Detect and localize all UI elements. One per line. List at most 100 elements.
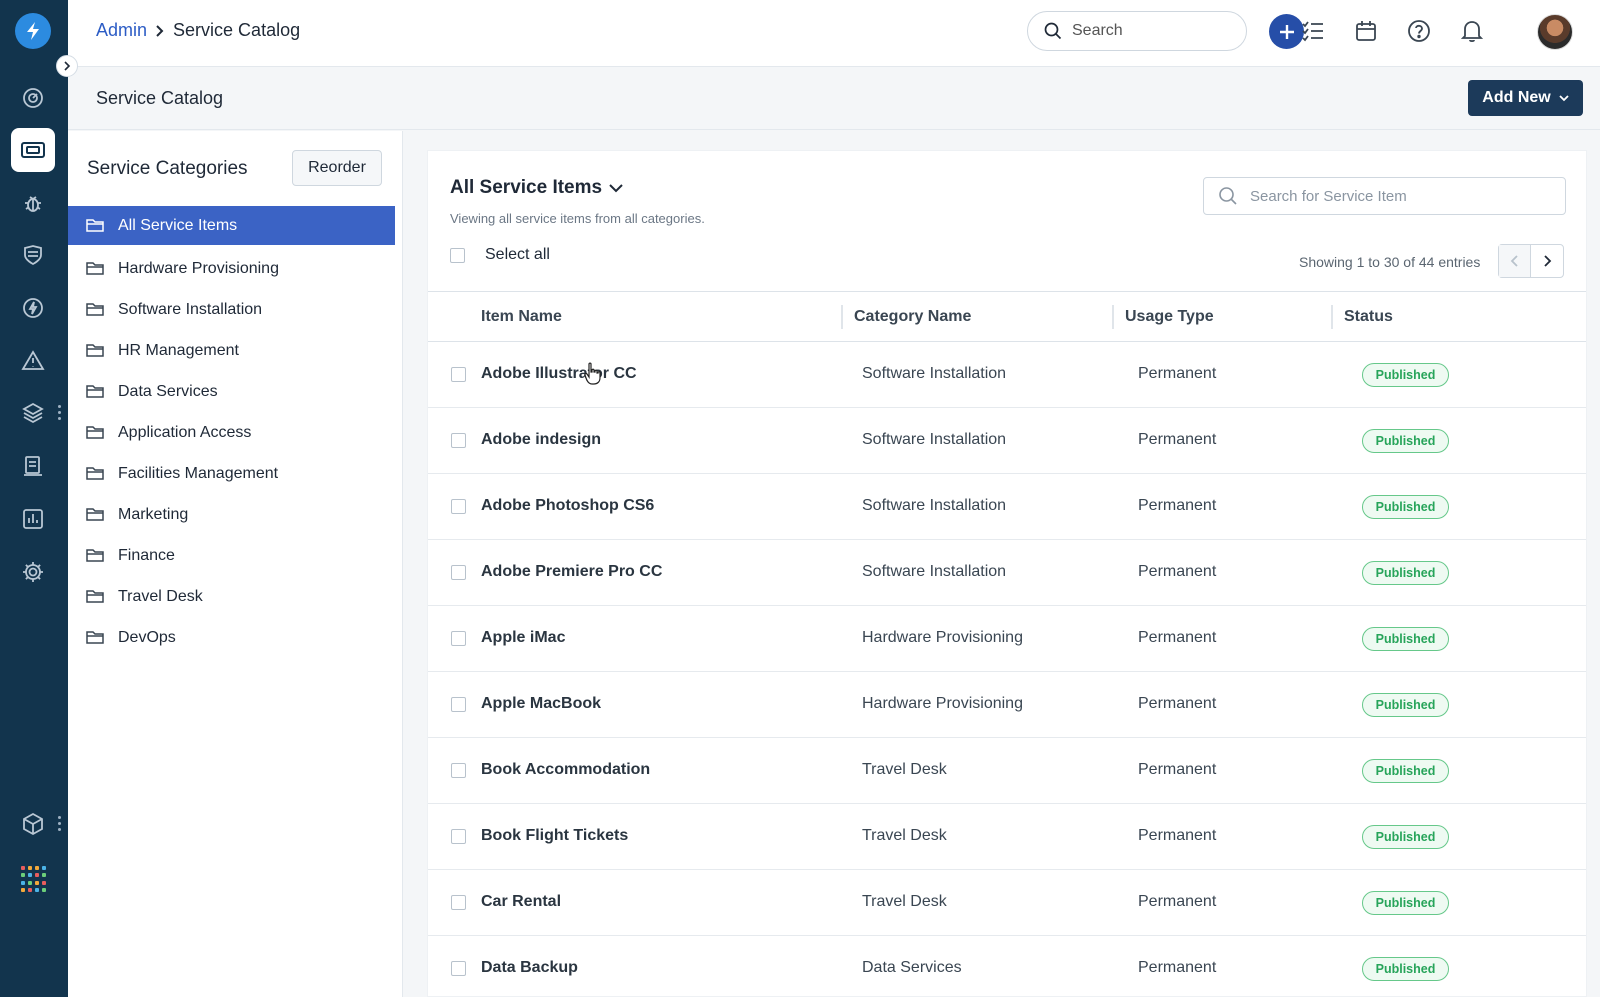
category-item[interactable]: Hardware Provisioning bbox=[68, 248, 403, 289]
search-icon bbox=[1219, 187, 1237, 205]
category-item[interactable]: Travel Desk bbox=[68, 576, 403, 617]
category-item[interactable]: Marketing bbox=[68, 494, 403, 535]
table-row[interactable]: Adobe indesign Software Installation Perma… bbox=[428, 408, 1586, 474]
apps-grid-icon[interactable] bbox=[21, 866, 47, 892]
folder-icon bbox=[86, 344, 104, 357]
folder-icon bbox=[86, 508, 104, 521]
item-name[interactable]: Book Accommodation bbox=[481, 761, 650, 779]
folder-icon bbox=[86, 219, 104, 232]
item-name[interactable]: Adobe Illustrator CC bbox=[481, 365, 637, 383]
item-name[interactable]: Car Rental bbox=[481, 893, 561, 911]
view-selector-dropdown[interactable]: All Service Items bbox=[450, 177, 624, 199]
help-icon[interactable] bbox=[1406, 18, 1432, 44]
item-name[interactable]: Book Flight Tickets bbox=[481, 827, 628, 845]
status-badge: Published bbox=[1362, 561, 1449, 585]
chevron-right-icon bbox=[156, 24, 164, 37]
bug-icon[interactable] bbox=[11, 181, 55, 225]
table-row[interactable]: Car Rental Travel Desk Permanent Published bbox=[428, 870, 1586, 936]
row-checkbox[interactable] bbox=[451, 631, 466, 646]
column-header-item-name[interactable]: Item Name bbox=[481, 308, 562, 326]
table-row[interactable]: Data Backup Data Services Permanent Publish… bbox=[428, 936, 1586, 997]
category-item[interactable]: All Service Items bbox=[68, 206, 395, 245]
table-row[interactable]: Adobe Photoshop CS6 Software Installation… bbox=[428, 474, 1586, 540]
prev-page-button[interactable] bbox=[1499, 245, 1532, 277]
row-checkbox[interactable] bbox=[451, 829, 466, 844]
bolt-icon[interactable] bbox=[11, 286, 55, 330]
row-checkbox[interactable] bbox=[451, 961, 466, 976]
more-icon[interactable] bbox=[58, 405, 62, 420]
bell-icon[interactable] bbox=[1459, 18, 1485, 44]
table-row[interactable]: Adobe Premiere Pro CC Software Installati… bbox=[428, 540, 1586, 606]
breadcrumb-admin-link[interactable]: Admin bbox=[96, 20, 147, 41]
table-row[interactable]: Book Accommodation Travel Desk Permanent Pu… bbox=[428, 738, 1586, 804]
folder-icon bbox=[86, 549, 104, 562]
dashboard-icon[interactable] bbox=[11, 76, 55, 120]
calendar-icon[interactable] bbox=[1353, 18, 1379, 44]
service-item-search-input[interactable]: Search for Service Item bbox=[1203, 177, 1566, 215]
shield-icon[interactable] bbox=[11, 233, 55, 277]
service-categories-panel: Service Categories Reorder All Service I… bbox=[68, 131, 403, 997]
column-header-usage-type[interactable]: Usage Type bbox=[1125, 308, 1214, 326]
folder-icon bbox=[86, 590, 104, 603]
category-label: Software Installation bbox=[118, 300, 263, 318]
category-item[interactable]: Data Services bbox=[68, 371, 403, 412]
item-name[interactable]: Adobe Premiere Pro CC bbox=[481, 563, 662, 581]
category-item[interactable]: DevOps bbox=[68, 617, 403, 658]
layers-icon[interactable] bbox=[11, 391, 55, 435]
more-icon[interactable] bbox=[58, 816, 62, 831]
chevron-right-icon bbox=[64, 61, 71, 71]
row-checkbox[interactable] bbox=[451, 895, 466, 910]
row-checkbox[interactable] bbox=[451, 565, 466, 580]
item-name[interactable]: Apple iMac bbox=[481, 629, 565, 647]
search-icon bbox=[1044, 22, 1062, 40]
row-checkbox[interactable] bbox=[451, 499, 466, 514]
avatar[interactable] bbox=[1537, 14, 1573, 50]
category-item[interactable]: Facilities Management bbox=[68, 453, 403, 494]
table-row[interactable]: Apple MacBook Hardware Provisioning Perman… bbox=[428, 672, 1586, 738]
box-icon[interactable] bbox=[11, 802, 55, 846]
item-name[interactable]: Apple MacBook bbox=[481, 695, 601, 713]
row-checkbox[interactable] bbox=[451, 433, 466, 448]
item-name[interactable]: Adobe Photoshop CS6 bbox=[481, 497, 654, 515]
todo-icon[interactable] bbox=[1300, 18, 1326, 44]
chevron-down-icon bbox=[609, 184, 623, 193]
tickets-icon[interactable] bbox=[11, 128, 55, 172]
service-categories-title: Service Categories bbox=[87, 158, 248, 179]
settings-icon[interactable] bbox=[11, 550, 55, 594]
category-item[interactable]: Application Access bbox=[68, 412, 403, 453]
select-all-checkbox[interactable] bbox=[450, 247, 465, 263]
create-new-button[interactable] bbox=[1269, 14, 1304, 49]
expand-nav-button[interactable] bbox=[56, 55, 78, 77]
add-new-button[interactable]: Add New bbox=[1468, 80, 1583, 116]
reorder-button[interactable]: Reorder bbox=[292, 150, 382, 186]
column-header-status[interactable]: Status bbox=[1344, 308, 1393, 326]
item-name[interactable]: Data Backup bbox=[481, 959, 578, 977]
view-subtitle: Viewing all service items from all categ… bbox=[450, 211, 705, 226]
category-label: Travel Desk bbox=[118, 587, 203, 605]
next-page-button[interactable] bbox=[1531, 245, 1563, 277]
table-row[interactable]: Apple iMac Hardware Provisioning Permanent… bbox=[428, 606, 1586, 672]
category-label: DevOps bbox=[118, 628, 176, 646]
document-icon[interactable] bbox=[11, 444, 55, 488]
row-checkbox[interactable] bbox=[451, 367, 466, 382]
item-name[interactable]: Adobe indesign bbox=[481, 431, 601, 449]
alert-icon[interactable] bbox=[11, 339, 55, 383]
usage-type: Permanent bbox=[1138, 431, 1217, 448]
category-item[interactable]: Software Installation bbox=[68, 289, 403, 330]
category-item[interactable]: Finance bbox=[68, 535, 403, 576]
logo-bolt-icon[interactable] bbox=[15, 13, 51, 49]
column-resizer[interactable] bbox=[1112, 305, 1114, 329]
column-resizer[interactable] bbox=[1331, 305, 1333, 329]
usage-type: Permanent bbox=[1138, 827, 1217, 844]
column-header-category-name[interactable]: Category Name bbox=[854, 308, 971, 326]
global-search-input[interactable]: Search bbox=[1027, 11, 1247, 51]
category-item[interactable]: HR Management bbox=[68, 330, 403, 371]
reports-icon[interactable] bbox=[11, 497, 55, 541]
table-row[interactable]: Book Flight Tickets Travel Desk Permanent P… bbox=[428, 804, 1586, 870]
row-checkbox[interactable] bbox=[451, 763, 466, 778]
select-all[interactable]: Select all bbox=[450, 246, 550, 264]
category-name: Travel Desk bbox=[862, 827, 947, 844]
plus-icon bbox=[1279, 24, 1294, 39]
column-resizer[interactable] bbox=[841, 305, 843, 329]
row-checkbox[interactable] bbox=[451, 697, 466, 712]
